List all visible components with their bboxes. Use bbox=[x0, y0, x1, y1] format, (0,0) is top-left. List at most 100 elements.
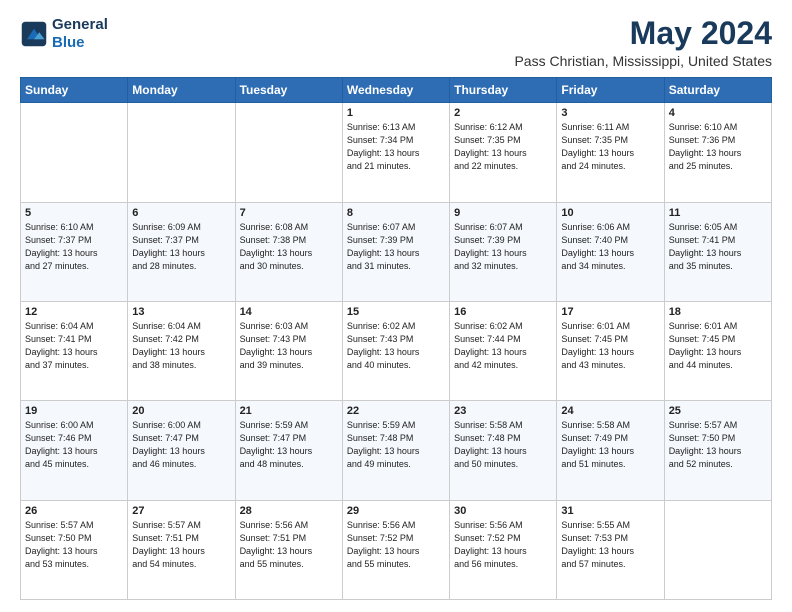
day-info: Sunrise: 6:04 AM Sunset: 7:42 PM Dayligh… bbox=[132, 320, 230, 372]
calendar-cell bbox=[128, 103, 235, 202]
location-title: Pass Christian, Mississippi, United Stat… bbox=[514, 53, 772, 69]
day-info: Sunrise: 5:56 AM Sunset: 7:52 PM Dayligh… bbox=[454, 519, 552, 571]
day-number: 19 bbox=[25, 405, 123, 417]
day-info: Sunrise: 6:13 AM Sunset: 7:34 PM Dayligh… bbox=[347, 121, 445, 173]
logo-text: General Blue bbox=[52, 16, 108, 52]
day-number: 12 bbox=[25, 306, 123, 318]
day-info: Sunrise: 6:11 AM Sunset: 7:35 PM Dayligh… bbox=[561, 121, 659, 173]
calendar-cell bbox=[664, 500, 771, 599]
col-header-tuesday: Tuesday bbox=[235, 78, 342, 103]
day-info: Sunrise: 5:57 AM Sunset: 7:50 PM Dayligh… bbox=[669, 419, 767, 471]
day-number: 26 bbox=[25, 505, 123, 517]
day-number: 30 bbox=[454, 505, 552, 517]
day-info: Sunrise: 6:05 AM Sunset: 7:41 PM Dayligh… bbox=[669, 221, 767, 273]
calendar-cell: 27Sunrise: 5:57 AM Sunset: 7:51 PM Dayli… bbox=[128, 500, 235, 599]
calendar-cell: 26Sunrise: 5:57 AM Sunset: 7:50 PM Dayli… bbox=[21, 500, 128, 599]
day-info: Sunrise: 6:10 AM Sunset: 7:37 PM Dayligh… bbox=[25, 221, 123, 273]
day-info: Sunrise: 6:08 AM Sunset: 7:38 PM Dayligh… bbox=[240, 221, 338, 273]
calendar-cell: 28Sunrise: 5:56 AM Sunset: 7:51 PM Dayli… bbox=[235, 500, 342, 599]
day-number: 10 bbox=[561, 207, 659, 219]
calendar-cell bbox=[21, 103, 128, 202]
calendar-cell: 29 Sunrise: 5:56 AM Sunset: 7:52 PM Dayli… bbox=[342, 500, 449, 599]
day-info: Sunrise: 6:02 AM Sunset: 7:43 PM Dayligh… bbox=[347, 320, 445, 372]
day-number: 9 bbox=[454, 207, 552, 219]
calendar-cell: 31 Sunrise: 5:55 AM Sunset: 7:53 PM Dayli… bbox=[557, 500, 664, 599]
calendar-cell: 5 Sunrise: 6:10 AM Sunset: 7:37 PM Daylig… bbox=[21, 202, 128, 301]
calendar-cell: 1 Sunrise: 6:13 AM Sunset: 7:34 PM Daylig… bbox=[342, 103, 449, 202]
calendar-week-4: 26Sunrise: 5:57 AM Sunset: 7:50 PM Dayli… bbox=[21, 500, 772, 599]
logo-line1: General bbox=[52, 16, 108, 34]
day-number: 16 bbox=[454, 306, 552, 318]
day-info: Sunrise: 6:01 AM Sunset: 7:45 PM Dayligh… bbox=[561, 320, 659, 372]
day-info: Sunrise: 6:00 AM Sunset: 7:46 PM Dayligh… bbox=[25, 419, 123, 471]
logo: General Blue bbox=[20, 16, 108, 52]
day-info: Sunrise: 5:56 AM Sunset: 7:52 PM Dayligh… bbox=[347, 519, 445, 571]
day-number: 13 bbox=[132, 306, 230, 318]
day-info: Sunrise: 6:01 AM Sunset: 7:45 PM Dayligh… bbox=[669, 320, 767, 372]
day-number: 17 bbox=[561, 306, 659, 318]
day-info: Sunrise: 5:55 AM Sunset: 7:53 PM Dayligh… bbox=[561, 519, 659, 571]
header: General Blue May 2024 Pass Christian, Mi… bbox=[20, 16, 772, 69]
logo-icon bbox=[20, 20, 48, 48]
calendar-cell bbox=[235, 103, 342, 202]
day-number: 15 bbox=[347, 306, 445, 318]
day-number: 22 bbox=[347, 405, 445, 417]
day-number: 14 bbox=[240, 306, 338, 318]
calendar-week-3: 19 Sunrise: 6:00 AM Sunset: 7:46 PM Dayli… bbox=[21, 401, 772, 500]
day-info: Sunrise: 6:02 AM Sunset: 7:44 PM Dayligh… bbox=[454, 320, 552, 372]
calendar-page: General Blue May 2024 Pass Christian, Mi… bbox=[0, 0, 792, 612]
calendar-cell: 21 Sunrise: 5:59 AM Sunset: 7:47 PM Dayli… bbox=[235, 401, 342, 500]
day-info: Sunrise: 5:58 AM Sunset: 7:49 PM Dayligh… bbox=[561, 419, 659, 471]
day-info: Sunrise: 5:56 AM Sunset: 7:51 PM Dayligh… bbox=[240, 519, 338, 571]
col-header-thursday: Thursday bbox=[450, 78, 557, 103]
calendar-cell: 20 Sunrise: 6:00 AM Sunset: 7:47 PM Dayli… bbox=[128, 401, 235, 500]
day-number: 29 bbox=[347, 505, 445, 517]
day-number: 5 bbox=[25, 207, 123, 219]
calendar-cell: 19 Sunrise: 6:00 AM Sunset: 7:46 PM Dayli… bbox=[21, 401, 128, 500]
day-info: Sunrise: 6:09 AM Sunset: 7:37 PM Dayligh… bbox=[132, 221, 230, 273]
day-number: 18 bbox=[669, 306, 767, 318]
calendar-cell: 23Sunrise: 5:58 AM Sunset: 7:48 PM Dayli… bbox=[450, 401, 557, 500]
day-number: 3 bbox=[561, 107, 659, 119]
calendar-cell: 16 Sunrise: 6:02 AM Sunset: 7:44 PM Dayli… bbox=[450, 301, 557, 400]
day-number: 6 bbox=[132, 207, 230, 219]
col-header-wednesday: Wednesday bbox=[342, 78, 449, 103]
day-info: Sunrise: 6:00 AM Sunset: 7:47 PM Dayligh… bbox=[132, 419, 230, 471]
day-number: 25 bbox=[669, 405, 767, 417]
day-number: 21 bbox=[240, 405, 338, 417]
day-info: Sunrise: 6:03 AM Sunset: 7:43 PM Dayligh… bbox=[240, 320, 338, 372]
calendar-cell: 30 Sunrise: 5:56 AM Sunset: 7:52 PM Dayli… bbox=[450, 500, 557, 599]
calendar-cell: 13 Sunrise: 6:04 AM Sunset: 7:42 PM Dayli… bbox=[128, 301, 235, 400]
day-number: 23 bbox=[454, 405, 552, 417]
day-info: Sunrise: 5:59 AM Sunset: 7:47 PM Dayligh… bbox=[240, 419, 338, 471]
calendar-header-row: SundayMondayTuesdayWednesdayThursdayFrid… bbox=[21, 78, 772, 103]
calendar-cell: 14 Sunrise: 6:03 AM Sunset: 7:43 PM Dayli… bbox=[235, 301, 342, 400]
calendar-cell: 9 Sunrise: 6:07 AM Sunset: 7:39 PM Daylig… bbox=[450, 202, 557, 301]
day-info: Sunrise: 6:07 AM Sunset: 7:39 PM Dayligh… bbox=[347, 221, 445, 273]
calendar-cell: 12 Sunrise: 6:04 AM Sunset: 7:41 PM Dayli… bbox=[21, 301, 128, 400]
day-number: 31 bbox=[561, 505, 659, 517]
title-block: May 2024 Pass Christian, Mississippi, Un… bbox=[514, 16, 772, 69]
calendar-cell: 18 Sunrise: 6:01 AM Sunset: 7:45 PM Dayli… bbox=[664, 301, 771, 400]
calendar-cell: 25 Sunrise: 5:57 AM Sunset: 7:50 PM Dayli… bbox=[664, 401, 771, 500]
day-number: 20 bbox=[132, 405, 230, 417]
day-number: 8 bbox=[347, 207, 445, 219]
calendar-cell: 24Sunrise: 5:58 AM Sunset: 7:49 PM Dayli… bbox=[557, 401, 664, 500]
day-info: Sunrise: 6:07 AM Sunset: 7:39 PM Dayligh… bbox=[454, 221, 552, 273]
day-info: Sunrise: 5:57 AM Sunset: 7:51 PM Dayligh… bbox=[132, 519, 230, 571]
calendar-cell: 15 Sunrise: 6:02 AM Sunset: 7:43 PM Dayli… bbox=[342, 301, 449, 400]
month-title: May 2024 bbox=[514, 16, 772, 51]
day-info: Sunrise: 6:04 AM Sunset: 7:41 PM Dayligh… bbox=[25, 320, 123, 372]
day-info: Sunrise: 6:12 AM Sunset: 7:35 PM Dayligh… bbox=[454, 121, 552, 173]
calendar-cell: 4Sunrise: 6:10 AM Sunset: 7:36 PM Daylig… bbox=[664, 103, 771, 202]
day-number: 11 bbox=[669, 207, 767, 219]
day-number: 1 bbox=[347, 107, 445, 119]
day-number: 2 bbox=[454, 107, 552, 119]
day-info: Sunrise: 6:10 AM Sunset: 7:36 PM Dayligh… bbox=[669, 121, 767, 173]
col-header-friday: Friday bbox=[557, 78, 664, 103]
calendar-week-2: 12 Sunrise: 6:04 AM Sunset: 7:41 PM Dayli… bbox=[21, 301, 772, 400]
col-header-monday: Monday bbox=[128, 78, 235, 103]
calendar-cell: 22Sunrise: 5:59 AM Sunset: 7:48 PM Dayli… bbox=[342, 401, 449, 500]
calendar-week-1: 5 Sunrise: 6:10 AM Sunset: 7:37 PM Daylig… bbox=[21, 202, 772, 301]
calendar-cell: 8 Sunrise: 6:07 AM Sunset: 7:39 PM Daylig… bbox=[342, 202, 449, 301]
